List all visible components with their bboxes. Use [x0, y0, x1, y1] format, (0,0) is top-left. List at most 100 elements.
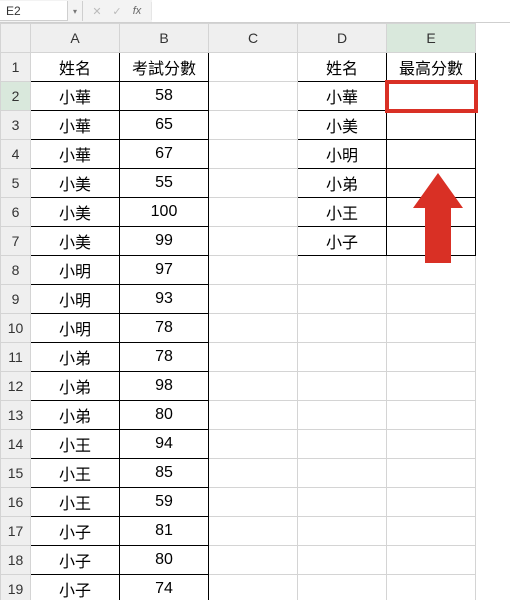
cell-E4[interactable]: [387, 140, 476, 169]
cell-C5[interactable]: [209, 169, 298, 198]
cell-A1[interactable]: 姓名: [31, 53, 120, 82]
cell-E18[interactable]: [387, 546, 476, 575]
cell-B6[interactable]: 100: [120, 198, 209, 227]
cell-A17[interactable]: 小子: [31, 517, 120, 546]
row-header-19[interactable]: 19: [1, 575, 31, 600]
row-header-10[interactable]: 10: [1, 314, 31, 343]
cell-C8[interactable]: [209, 256, 298, 285]
cell-B1[interactable]: 考試分數: [120, 53, 209, 82]
cell-B13[interactable]: 80: [120, 401, 209, 430]
cell-E10[interactable]: [387, 314, 476, 343]
row-header-6[interactable]: 6: [1, 198, 31, 227]
cell-C12[interactable]: [209, 372, 298, 401]
cell-E11[interactable]: [387, 343, 476, 372]
cell-B9[interactable]: 93: [120, 285, 209, 314]
cell-B3[interactable]: 65: [120, 111, 209, 140]
row-header-17[interactable]: 17: [1, 517, 31, 546]
cell-D11[interactable]: [298, 343, 387, 372]
confirm-icon[interactable]: ✓: [109, 2, 125, 20]
cell-A18[interactable]: 小子: [31, 546, 120, 575]
cell-A4[interactable]: 小華: [31, 140, 120, 169]
cell-E5[interactable]: [387, 169, 476, 198]
cell-C19[interactable]: [209, 575, 298, 600]
cell-D8[interactable]: [298, 256, 387, 285]
cell-A5[interactable]: 小美: [31, 169, 120, 198]
cell-A9[interactable]: 小明: [31, 285, 120, 314]
cell-E17[interactable]: [387, 517, 476, 546]
cell-D9[interactable]: [298, 285, 387, 314]
cell-C17[interactable]: [209, 517, 298, 546]
cell-D6[interactable]: 小王: [298, 198, 387, 227]
row-header-1[interactable]: 1: [1, 53, 31, 82]
row-header-13[interactable]: 13: [1, 401, 31, 430]
cell-D19[interactable]: [298, 575, 387, 600]
row-header-9[interactable]: 9: [1, 285, 31, 314]
cell-E16[interactable]: [387, 488, 476, 517]
cell-B11[interactable]: 78: [120, 343, 209, 372]
row-header-16[interactable]: 16: [1, 488, 31, 517]
cell-E2[interactable]: [387, 82, 476, 111]
cancel-icon[interactable]: ✕: [89, 2, 105, 20]
cell-D12[interactable]: [298, 372, 387, 401]
cell-B5[interactable]: 55: [120, 169, 209, 198]
cell-C10[interactable]: [209, 314, 298, 343]
cell-B14[interactable]: 94: [120, 430, 209, 459]
cell-C15[interactable]: [209, 459, 298, 488]
fx-icon[interactable]: fx: [129, 2, 145, 20]
cell-D7[interactable]: 小子: [298, 227, 387, 256]
cell-D16[interactable]: [298, 488, 387, 517]
cell-D4[interactable]: 小明: [298, 140, 387, 169]
cell-D14[interactable]: [298, 430, 387, 459]
cell-D3[interactable]: 小美: [298, 111, 387, 140]
cell-A2[interactable]: 小華: [31, 82, 120, 111]
cell-C4[interactable]: [209, 140, 298, 169]
cell-C7[interactable]: [209, 227, 298, 256]
cell-A19[interactable]: 小子: [31, 575, 120, 600]
cell-B7[interactable]: 99: [120, 227, 209, 256]
cell-E19[interactable]: [387, 575, 476, 600]
cell-E7[interactable]: [387, 227, 476, 256]
cell-A3[interactable]: 小華: [31, 111, 120, 140]
col-header-D[interactable]: D: [298, 24, 387, 53]
row-header-2[interactable]: 2: [1, 82, 31, 111]
cell-C16[interactable]: [209, 488, 298, 517]
cell-C2[interactable]: [209, 82, 298, 111]
cell-A12[interactable]: 小弟: [31, 372, 120, 401]
col-header-C[interactable]: C: [209, 24, 298, 53]
cell-A11[interactable]: 小弟: [31, 343, 120, 372]
cell-A16[interactable]: 小王: [31, 488, 120, 517]
cell-C1[interactable]: [209, 53, 298, 82]
row-header-7[interactable]: 7: [1, 227, 31, 256]
cell-E15[interactable]: [387, 459, 476, 488]
cell-E6[interactable]: [387, 198, 476, 227]
cell-B2[interactable]: 58: [120, 82, 209, 111]
formula-input[interactable]: [152, 0, 510, 22]
row-header-14[interactable]: 14: [1, 430, 31, 459]
cell-D15[interactable]: [298, 459, 387, 488]
cell-B18[interactable]: 80: [120, 546, 209, 575]
cell-C18[interactable]: [209, 546, 298, 575]
select-all-corner[interactable]: [1, 24, 31, 53]
cell-D17[interactable]: [298, 517, 387, 546]
cell-B8[interactable]: 97: [120, 256, 209, 285]
cell-E3[interactable]: [387, 111, 476, 140]
name-box-dropdown[interactable]: ▾: [68, 1, 83, 21]
cell-C13[interactable]: [209, 401, 298, 430]
col-header-A[interactable]: A: [31, 24, 120, 53]
cell-A14[interactable]: 小王: [31, 430, 120, 459]
cell-E1[interactable]: 最高分數: [387, 53, 476, 82]
row-header-5[interactable]: 5: [1, 169, 31, 198]
cell-A7[interactable]: 小美: [31, 227, 120, 256]
cell-D18[interactable]: [298, 546, 387, 575]
cell-E9[interactable]: [387, 285, 476, 314]
row-header-4[interactable]: 4: [1, 140, 31, 169]
cell-C11[interactable]: [209, 343, 298, 372]
cell-D13[interactable]: [298, 401, 387, 430]
cell-B15[interactable]: 85: [120, 459, 209, 488]
cell-A8[interactable]: 小明: [31, 256, 120, 285]
cell-D5[interactable]: 小弟: [298, 169, 387, 198]
row-header-18[interactable]: 18: [1, 546, 31, 575]
row-header-3[interactable]: 3: [1, 111, 31, 140]
cell-C6[interactable]: [209, 198, 298, 227]
cell-B12[interactable]: 98: [120, 372, 209, 401]
